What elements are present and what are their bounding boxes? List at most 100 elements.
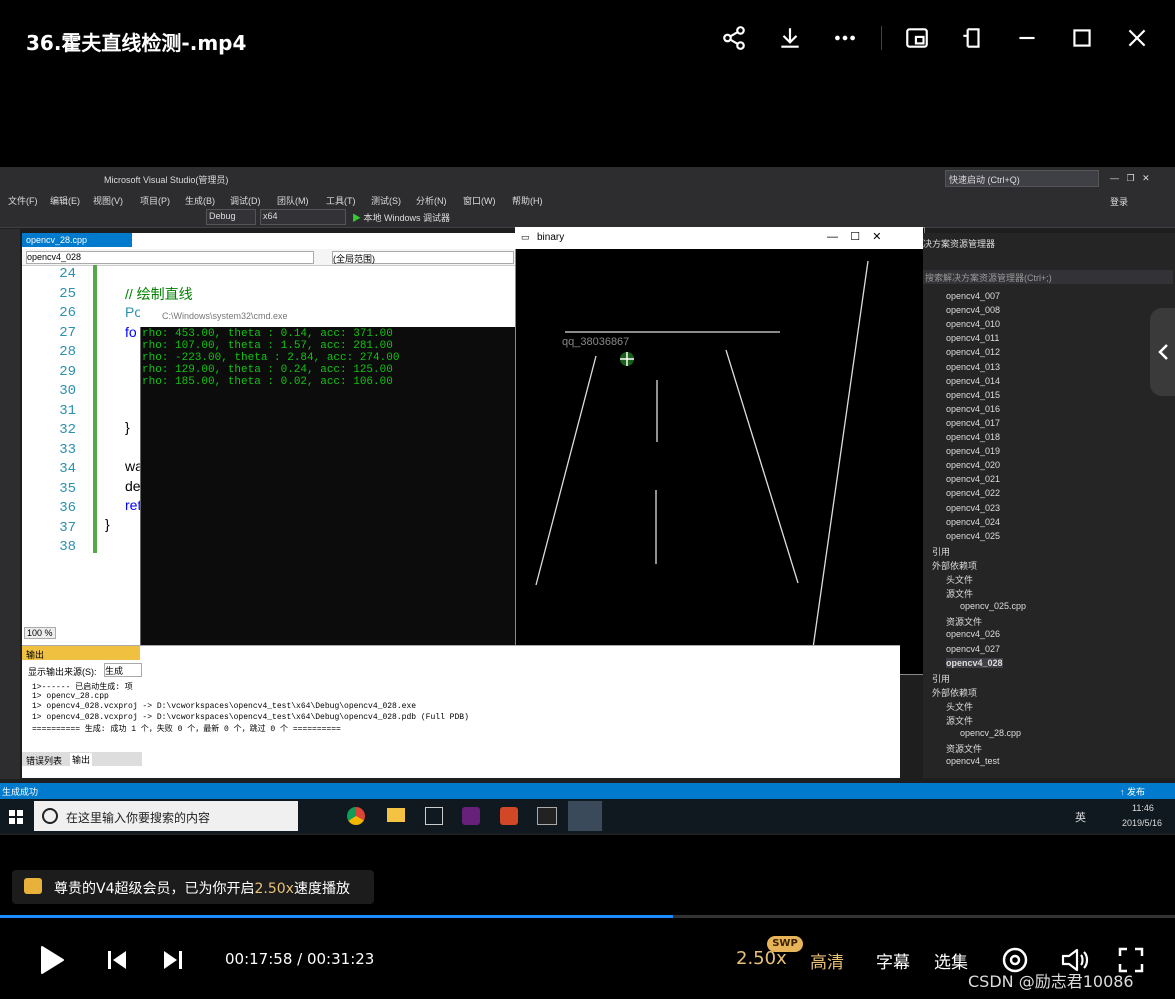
project-dropdown[interactable]: opencv4_028 (26, 251, 314, 264)
ime-indicator[interactable]: 英 (1075, 809, 1086, 825)
solution-tree-item[interactable]: opencv4_013 (946, 362, 1000, 372)
menu-item[interactable]: 分析(N) (416, 194, 447, 207)
image-viewer-taskbar-icon[interactable] (568, 801, 602, 831)
solution-tree-item[interactable]: opencv4_010 (946, 319, 1000, 329)
download-icon[interactable] (774, 22, 806, 54)
solution-tree-item[interactable]: opencv4_012 (946, 347, 1000, 357)
menu-item[interactable]: 测试(S) (371, 194, 401, 207)
config-select[interactable]: Debug (206, 209, 256, 225)
vs-window-controls[interactable]: — ❐ ✕ (1110, 173, 1150, 184)
solution-tree-item[interactable]: opencv4_023 (946, 503, 1000, 513)
side-panel-toggle[interactable] (1150, 308, 1175, 396)
vs-window-title: Microsoft Visual Studio(管理员) (104, 175, 229, 185)
vip-speed-toast: 尊贵的V4超级会员，已为你开启2.50x速度播放 (12, 870, 374, 904)
calendar-icon[interactable] (425, 807, 443, 825)
solution-tree-item[interactable]: opencv4_028 (946, 657, 1003, 668)
detected-line (811, 260, 869, 656)
share-icon[interactable] (718, 22, 750, 54)
file-explorer-icon[interactable] (387, 808, 405, 822)
solution-tree-item[interactable]: opencv4_018 (946, 432, 1000, 442)
menu-item[interactable]: 工具(T) (326, 194, 356, 207)
line-number: 29 (59, 363, 76, 380)
minimize-icon[interactable] (1011, 22, 1043, 54)
solution-search-input[interactable]: 搜索解决方案资源管理器(Ctrl+;) (923, 270, 1173, 284)
chrome-icon[interactable] (347, 807, 365, 825)
solution-tree-item[interactable]: opencv4_014 (946, 376, 1000, 386)
solution-tree-item[interactable]: 外部依赖项 (932, 559, 977, 572)
mini-window-icon[interactable] (956, 22, 988, 54)
solution-tree-item[interactable]: opencv4_007 (946, 291, 1000, 301)
solution-tree-item[interactable]: opencv_28.cpp (960, 728, 1021, 738)
menu-item[interactable]: 编辑(E) (50, 194, 80, 207)
solution-tree-item[interactable]: 头文件 (946, 700, 973, 713)
tab-opencv-28-cpp[interactable]: opencv_28.cpp (22, 233, 132, 247)
menu-item[interactable]: 项目(P) (140, 194, 170, 207)
menu-item[interactable]: 生成(B) (185, 194, 215, 207)
solution-tree-item[interactable]: opencv4_020 (946, 460, 1000, 470)
solution-tree-item[interactable]: 源文件 (946, 714, 973, 727)
visual-studio-icon[interactable] (462, 807, 480, 825)
solution-tree-item[interactable]: 头文件 (946, 573, 973, 586)
solution-tree-item[interactable]: 引用 (932, 672, 950, 685)
menu-item[interactable]: 视图(V) (93, 194, 123, 207)
play-icon[interactable] (38, 944, 66, 976)
cmd-taskbar-icon[interactable] (537, 807, 557, 825)
taskbar-search-input[interactable]: 在这里输入你要搜索的内容 (34, 801, 298, 831)
tab-error-list[interactable]: 错误列表 (26, 754, 62, 767)
solution-tree-item[interactable]: opencv4_021 (946, 474, 1000, 484)
window-icon: ▭ (521, 232, 530, 242)
output-source-select[interactable]: 生成 (104, 663, 142, 677)
binary-window[interactable]: qq_38036867 (515, 227, 925, 675)
solution-tree-item[interactable]: opencv4_015 (946, 390, 1000, 400)
solution-tree-item[interactable]: opencv4_025 (946, 531, 1000, 541)
menu-item[interactable]: 团队(M) (277, 194, 309, 207)
solution-tree-item[interactable]: 资源文件 (946, 615, 982, 628)
scope-dropdown[interactable]: (全局范围) (332, 251, 514, 264)
picture-in-picture-icon[interactable] (901, 22, 933, 54)
solution-tree-item[interactable]: 资源文件 (946, 742, 982, 755)
speed-badge: SWP (767, 936, 803, 952)
menu-item[interactable]: 调试(D) (230, 194, 261, 207)
menu-item[interactable]: 帮助(H) (512, 194, 543, 207)
close-icon[interactable] (1121, 22, 1153, 54)
quality-button[interactable]: 高清 (810, 948, 844, 973)
line-number: 28 (59, 344, 76, 360)
solution-tree-item[interactable]: 源文件 (946, 587, 973, 600)
maximize-icon[interactable] (1066, 22, 1098, 54)
run-debugger-button[interactable]: ▶ 本地 Windows 调试器 (352, 211, 450, 224)
subtitles-button[interactable]: 字幕 (876, 948, 910, 973)
solution-explorer-title: 决方案资源管理器 (923, 239, 996, 249)
previous-icon[interactable] (106, 949, 128, 971)
platform-select[interactable]: x64 (260, 209, 346, 225)
solution-tree-item[interactable]: opencv4_022 (946, 488, 1000, 498)
solution-tree-item[interactable]: opencv4_016 (946, 404, 1000, 414)
menu-item[interactable]: 窗口(W) (463, 194, 496, 207)
video-frame[interactable]: Microsoft Visual Studio(管理员) 快速启动 (Ctrl+… (0, 167, 1175, 835)
video-title: 36.霍夫直线检测-.mp4 (26, 31, 247, 55)
solution-tree-item[interactable]: opencv4_027 (946, 644, 1000, 654)
windows-start-icon[interactable] (8, 809, 24, 825)
quick-launch-input[interactable]: 快速启动 (Ctrl+Q) (945, 170, 1099, 187)
solution-tree-item[interactable]: opencv4_017 (946, 418, 1000, 428)
solution-tree-item[interactable]: opencv4_026 (946, 629, 1000, 639)
zoom-select[interactable]: 100 % (24, 627, 56, 639)
next-icon[interactable] (162, 949, 184, 971)
solution-tree-item[interactable]: 引用 (932, 545, 950, 558)
menu-item[interactable]: 文件(F) (8, 194, 38, 207)
cmd-line: rho: -223.00, theta : 2.84, acc: 274.00 (142, 352, 400, 364)
solution-tree-item[interactable]: opencv4_008 (946, 305, 1000, 315)
solution-tree-item[interactable]: opencv4_011 (946, 333, 999, 343)
solution-tree-item[interactable]: opencv4_024 (946, 517, 1000, 527)
change-marker (93, 265, 97, 553)
solution-tree-item[interactable]: opencv4_019 (946, 446, 1000, 456)
episodes-button[interactable]: 选集 (934, 948, 968, 973)
tab-output[interactable]: 输出 (70, 753, 93, 766)
solution-tree-item[interactable]: opencv4_test (946, 756, 1000, 766)
vip-badge-icon (24, 878, 42, 894)
solution-tree-item[interactable]: 外部依赖项 (932, 686, 977, 699)
more-icon[interactable] (829, 22, 861, 54)
solution-tree-item[interactable]: opencv_025.cpp (960, 601, 1026, 611)
office-app-icon[interactable] (500, 807, 518, 825)
binary-window-controls[interactable]: — ☐ ✕ (827, 230, 882, 243)
publish-button[interactable]: ↑ 发布 (1120, 785, 1145, 798)
